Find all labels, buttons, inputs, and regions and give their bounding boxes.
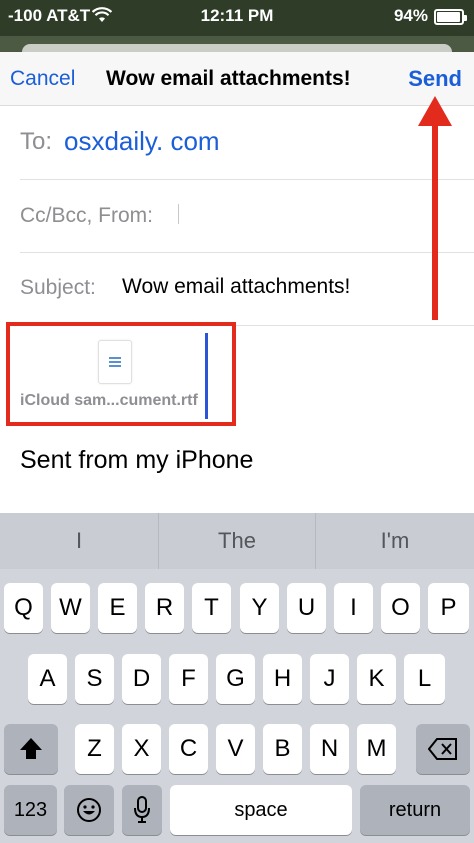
- red-arrow-head: [418, 96, 452, 126]
- red-arrow-shaft: [432, 120, 438, 320]
- cancel-button[interactable]: Cancel: [10, 67, 75, 91]
- backspace-icon: [427, 738, 457, 760]
- microphone-icon: [134, 796, 150, 823]
- shift-icon: [20, 738, 42, 759]
- battery-fill: [437, 12, 460, 22]
- key-n[interactable]: N: [310, 724, 349, 774]
- numbers-key[interactable]: 123: [4, 785, 57, 835]
- attachment-highlight-box: [6, 322, 236, 426]
- key-e[interactable]: E: [98, 583, 137, 633]
- battery-icon: [434, 9, 467, 25]
- text-caret: [178, 204, 179, 224]
- send-button[interactable]: Send: [408, 66, 462, 92]
- subject-label: Subject:: [20, 276, 96, 299]
- suggestion-1[interactable]: I: [0, 513, 158, 569]
- background-card: [22, 44, 452, 52]
- key-a[interactable]: A: [28, 654, 67, 704]
- battery-percent: 94%: [393, 6, 428, 25]
- key-d[interactable]: D: [122, 654, 161, 704]
- cc-bcc-label: Cc/Bcc, From:: [20, 204, 154, 227]
- to-field[interactable]: To: osxdaily. com: [20, 106, 474, 180]
- cc-bcc-from-field[interactable]: Cc/Bcc, From:: [20, 180, 474, 253]
- shift-key[interactable]: [4, 724, 58, 774]
- key-w[interactable]: W: [51, 583, 90, 633]
- to-label: To:: [20, 128, 53, 155]
- key-g[interactable]: G: [216, 654, 255, 704]
- key-t[interactable]: T: [192, 583, 231, 633]
- status-bar: -100 AT&T 12:11 PM 94%: [0, 0, 474, 36]
- predictive-bar: I The I'm: [0, 513, 474, 569]
- compose-nav-bar: Cancel Wow email attachments! Send: [0, 52, 474, 106]
- key-l[interactable]: L: [404, 654, 445, 704]
- to-recipient[interactable]: osxdaily. com: [64, 126, 220, 157]
- key-p[interactable]: P: [428, 583, 469, 633]
- suggestion-3[interactable]: I'm: [316, 513, 474, 569]
- key-b[interactable]: B: [263, 724, 302, 774]
- email-signature[interactable]: Sent from my iPhone: [20, 446, 253, 475]
- key-r[interactable]: R: [145, 583, 184, 633]
- key-v[interactable]: V: [216, 724, 255, 774]
- key-j[interactable]: J: [310, 654, 349, 704]
- key-h[interactable]: H: [263, 654, 302, 704]
- key-k[interactable]: K: [357, 654, 396, 704]
- return-key[interactable]: return: [360, 785, 470, 835]
- dictation-key[interactable]: [122, 785, 162, 835]
- space-key[interactable]: space: [170, 785, 352, 835]
- key-m[interactable]: M: [357, 724, 396, 774]
- key-o[interactable]: O: [381, 583, 420, 633]
- background-sheet: [0, 36, 474, 52]
- compose-title: Wow email attachments!: [106, 67, 351, 90]
- emoji-icon: [77, 798, 101, 822]
- key-u[interactable]: U: [287, 583, 326, 633]
- subject-field[interactable]: Subject: Wow email attachments!: [20, 253, 474, 326]
- suggestion-2[interactable]: The: [158, 513, 316, 569]
- key-q[interactable]: Q: [4, 583, 43, 633]
- key-y[interactable]: Y: [240, 583, 279, 633]
- key-c[interactable]: C: [169, 724, 208, 774]
- key-x[interactable]: X: [122, 724, 161, 774]
- emoji-key[interactable]: [64, 785, 114, 835]
- key-z[interactable]: Z: [75, 724, 114, 774]
- key-s[interactable]: S: [75, 654, 114, 704]
- subject-input[interactable]: Wow email attachments!: [122, 275, 350, 299]
- backspace-key[interactable]: [416, 724, 470, 774]
- keyboard: I The I'm Q W E R T Y U I O P A S D F G …: [0, 513, 474, 843]
- key-f[interactable]: F: [169, 654, 208, 704]
- key-i[interactable]: I: [334, 583, 373, 633]
